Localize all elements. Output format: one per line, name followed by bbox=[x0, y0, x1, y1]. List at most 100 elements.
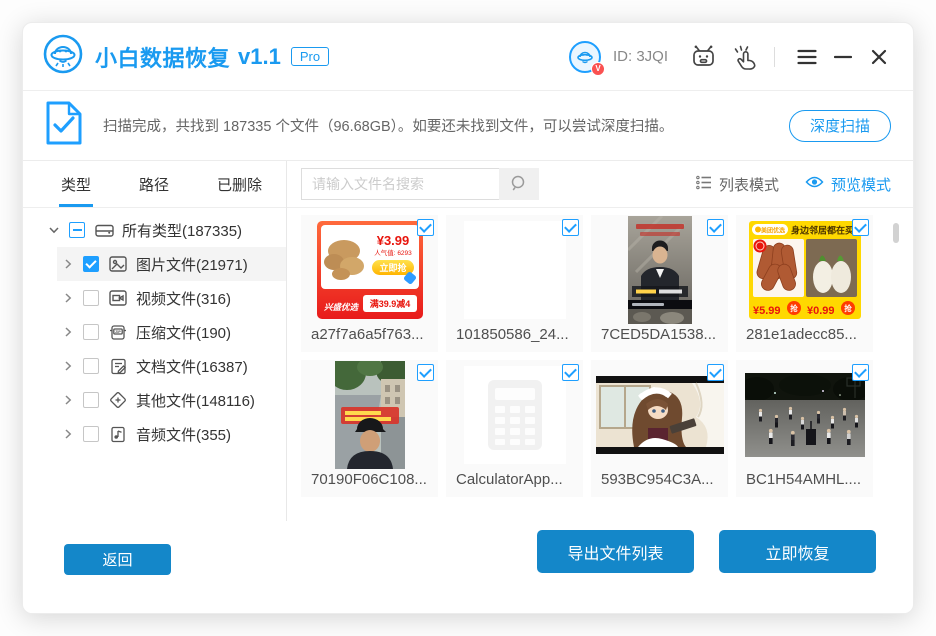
svg-text:身边邻居都在买: 身边邻居都在买 bbox=[791, 225, 854, 236]
preview-mode-label: 预览模式 bbox=[830, 176, 891, 194]
file-name: 593BC954C3A... bbox=[601, 471, 714, 488]
tree-item-label: 其他文件(148116) bbox=[136, 392, 255, 410]
file-grid: ¥3.99 人气值: 6293 立即抢 兴盛优选 满39.9减4 a27f7a6… bbox=[287, 208, 913, 497]
tree-item-others[interactable]: 其他文件(148116) bbox=[23, 383, 286, 417]
file-name: BC1H54AMHL.... bbox=[746, 471, 862, 488]
file-checkbox[interactable] bbox=[707, 364, 724, 381]
eye-icon bbox=[805, 175, 824, 193]
tree-item-label: 视频文件(316) bbox=[136, 290, 232, 308]
tree-item-videos[interactable]: 视频文件(316) bbox=[23, 281, 286, 315]
menu-button[interactable] bbox=[793, 43, 821, 71]
tree-item-archives[interactable]: ZIP 压缩文件(190) bbox=[23, 315, 286, 349]
file-card[interactable]: BC1H54AMHL.... bbox=[736, 360, 873, 497]
checkbox-unchecked[interactable] bbox=[83, 426, 99, 442]
file-checkbox[interactable] bbox=[707, 219, 724, 236]
chevron-right-icon[interactable] bbox=[61, 394, 75, 406]
checkbox-unchecked[interactable] bbox=[83, 358, 99, 374]
robot-assistant-icon[interactable] bbox=[688, 42, 718, 72]
tree-item-all-types[interactable]: 所有类型(187335) bbox=[23, 213, 286, 247]
svg-text:人气值: 6293: 人气值: 6293 bbox=[374, 248, 412, 257]
search-button[interactable] bbox=[499, 168, 539, 200]
audio-icon bbox=[108, 426, 128, 443]
file-name: 7CED5DA1538... bbox=[601, 326, 717, 343]
back-button[interactable]: 返回 bbox=[64, 544, 171, 575]
user-avatar[interactable]: V bbox=[568, 40, 605, 76]
tree-item-label: 所有类型(187335) bbox=[122, 222, 243, 240]
zip-icon: ZIP bbox=[108, 324, 128, 341]
scrollbar-thumb[interactable] bbox=[893, 223, 899, 243]
recover-now-button[interactable]: 立即恢复 bbox=[719, 530, 876, 573]
tree-item-label: 压缩文件(190) bbox=[136, 324, 232, 342]
title-bar: 小白数据恢复 v1.1 Pro V ID: 3JQI bbox=[23, 23, 913, 91]
tree-item-audio[interactable]: 音频文件(355) bbox=[23, 417, 286, 451]
user-id: ID: 3JQI bbox=[612, 48, 668, 65]
file-checkbox[interactable] bbox=[852, 364, 869, 381]
tab-type[interactable]: 类型 bbox=[58, 161, 94, 207]
file-checkbox[interactable] bbox=[417, 364, 434, 381]
file-name: a27f7a6a5f763... bbox=[311, 326, 424, 343]
svg-text:抢: 抢 bbox=[844, 303, 852, 313]
checkbox-unchecked[interactable] bbox=[83, 324, 99, 340]
tab-path[interactable]: 路径 bbox=[139, 161, 169, 207]
svg-text:兴盛优选: 兴盛优选 bbox=[324, 302, 360, 312]
tree-item-label: 图片文件(21971) bbox=[136, 256, 248, 274]
file-name: 281e1adecc85... bbox=[746, 326, 857, 343]
svg-text:满39.9减4: 满39.9减4 bbox=[369, 298, 410, 309]
svg-text:美团优选: 美团优选 bbox=[759, 227, 784, 235]
search-row: 列表模式 预览模式 bbox=[287, 161, 913, 208]
scan-status-bar: 扫描完成，共找到 187335 个文件（96.68GB）。如要还未找到文件，可以… bbox=[23, 91, 913, 161]
checkbox-checked[interactable] bbox=[83, 256, 99, 272]
file-type-tree: 所有类型(187335) 图片文件(21971) 视频文件(316) ZIP 压… bbox=[23, 208, 286, 451]
app-title: 小白数据恢复 bbox=[95, 45, 231, 71]
tab-deleted[interactable]: 已删除 bbox=[217, 161, 262, 207]
tree-item-label: 文档文件(16387) bbox=[136, 358, 248, 376]
svg-text:¥3.99: ¥3.99 bbox=[376, 233, 409, 248]
sidebar-tabs: 类型 路径 已删除 bbox=[23, 161, 286, 208]
search-input[interactable] bbox=[301, 168, 499, 200]
file-card[interactable]: 101850586_24... bbox=[446, 215, 583, 352]
file-card[interactable]: 7CED5DA1538... bbox=[591, 215, 728, 352]
file-card[interactable]: ¥3.99 人气值: 6293 立即抢 兴盛优选 满39.9减4 a27f7a6… bbox=[301, 215, 438, 352]
export-file-list-button[interactable]: 导出文件列表 bbox=[537, 530, 694, 573]
chevron-right-icon[interactable] bbox=[61, 326, 75, 338]
svg-text:¥0.99: ¥0.99 bbox=[807, 305, 835, 317]
chevron-right-icon[interactable] bbox=[61, 360, 75, 372]
file-name: CalculatorApp... bbox=[456, 471, 563, 488]
svg-text:ZIP: ZIP bbox=[115, 330, 121, 334]
svg-text:抢: 抢 bbox=[790, 303, 798, 313]
file-checkbox[interactable] bbox=[852, 219, 869, 236]
content-area: 类型 路径 已删除 所有类型(187335) 图片文件(21971) 视频文件(… bbox=[23, 161, 913, 521]
file-card[interactable]: CalculatorApp... bbox=[446, 360, 583, 497]
svg-text:¥5.99: ¥5.99 bbox=[753, 305, 781, 317]
tree-item-images[interactable]: 图片文件(21971) bbox=[23, 247, 286, 281]
checkbox-unchecked[interactable] bbox=[83, 290, 99, 306]
chevron-right-icon[interactable] bbox=[61, 428, 75, 440]
other-icon bbox=[108, 391, 128, 409]
file-name: 101850586_24... bbox=[456, 326, 569, 343]
file-card[interactable]: 70190F06C108... bbox=[301, 360, 438, 497]
chevron-right-icon[interactable] bbox=[61, 292, 75, 304]
preview-mode-toggle[interactable]: 预览模式 bbox=[805, 174, 891, 195]
file-name: 70190F06C108... bbox=[311, 471, 427, 488]
deep-scan-button[interactable]: 深度扫描 bbox=[788, 109, 891, 142]
file-card[interactable]: 美团优选 身边邻居都在买 ¥5.99 抢 ¥0.99 抢 281e1adecc8… bbox=[736, 215, 873, 352]
file-checkbox[interactable] bbox=[417, 219, 434, 236]
checkbox-indeterminate[interactable] bbox=[69, 222, 85, 238]
app-version: v1.1 bbox=[238, 43, 281, 69]
file-checkbox[interactable] bbox=[562, 364, 579, 381]
document-icon bbox=[108, 358, 128, 375]
chevron-right-icon[interactable] bbox=[61, 258, 75, 270]
file-checkbox[interactable] bbox=[562, 219, 579, 236]
file-card[interactable]: 593BC954C3A... bbox=[591, 360, 728, 497]
search-icon bbox=[510, 174, 528, 195]
list-mode-toggle[interactable]: 列表模式 bbox=[696, 174, 779, 195]
tree-item-documents[interactable]: 文档文件(16387) bbox=[23, 349, 286, 383]
checkbox-unchecked[interactable] bbox=[83, 392, 99, 408]
vip-badge: V bbox=[590, 61, 605, 76]
minimize-button[interactable] bbox=[829, 43, 857, 71]
scan-complete-icon bbox=[45, 100, 83, 151]
tree-item-label: 音频文件(355) bbox=[136, 426, 232, 444]
close-button[interactable] bbox=[865, 43, 893, 71]
chevron-down-icon[interactable] bbox=[47, 224, 61, 236]
tap-hand-icon[interactable] bbox=[730, 42, 760, 72]
